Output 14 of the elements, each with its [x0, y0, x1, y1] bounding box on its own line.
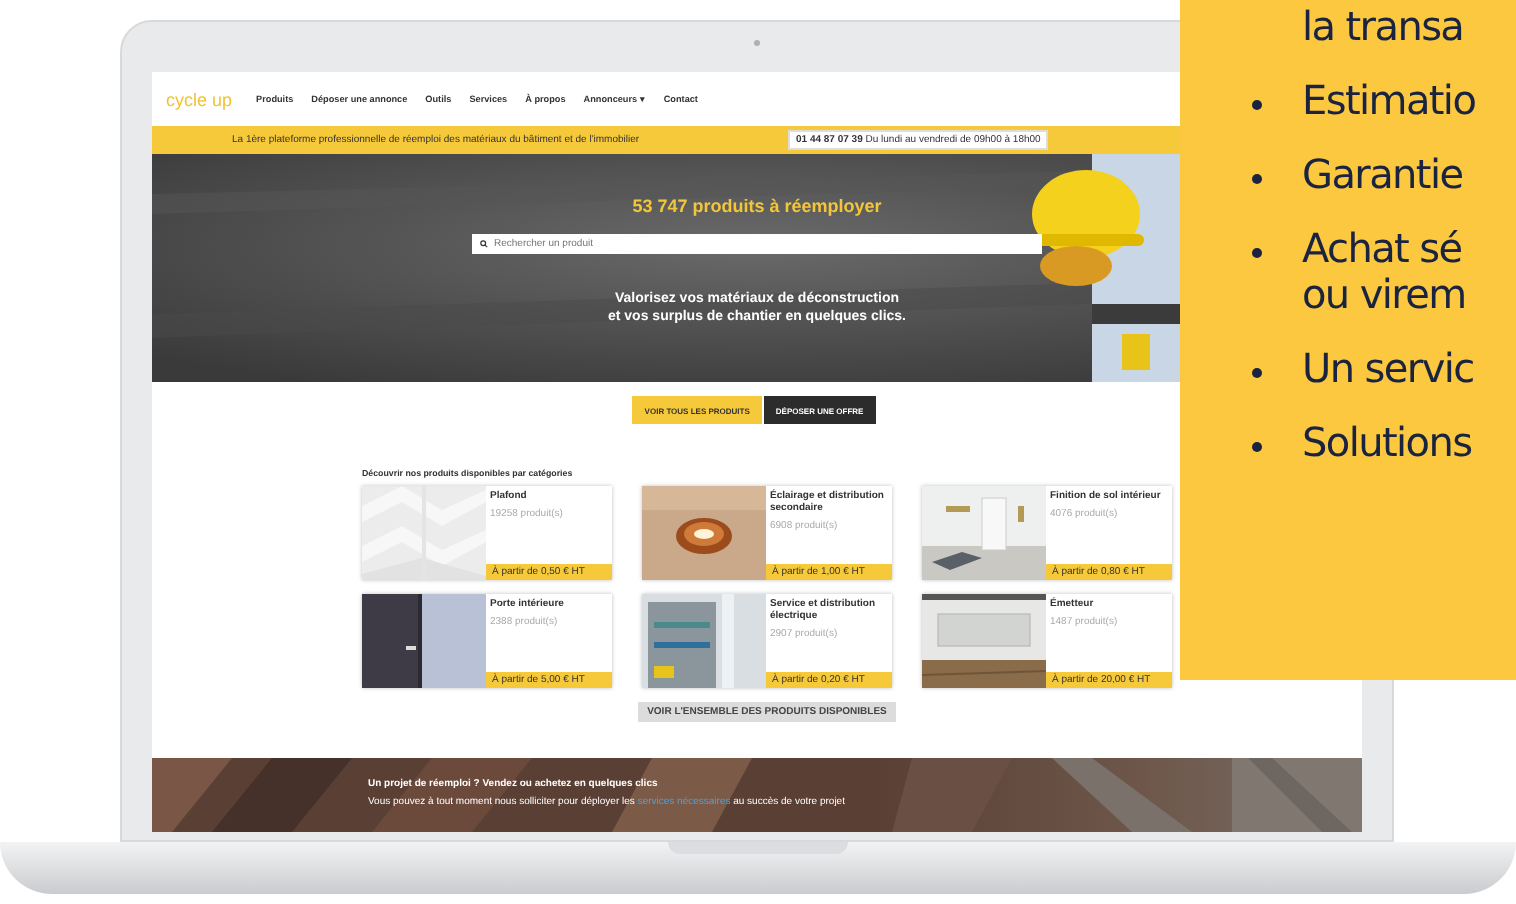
feature-text: la transa — [1302, 4, 1464, 50]
hero-title: 53 747 produits à réemployer — [632, 196, 882, 216]
bullet-icon — [1252, 174, 1262, 184]
camera-icon — [754, 40, 760, 46]
bullet-icon — [1252, 442, 1262, 452]
feature-text: Achat sé ou virem — [1302, 226, 1466, 318]
feature-text: Solutions — [1302, 420, 1472, 466]
bullet-icon — [1252, 100, 1262, 110]
bullet-icon — [1252, 368, 1262, 378]
feature-text: Estimatio — [1302, 78, 1476, 124]
search-icon — [480, 240, 488, 248]
feature-text: Un servic — [1302, 346, 1474, 392]
bullet-icon — [1252, 248, 1262, 258]
feature-text: Garantie — [1302, 152, 1463, 198]
